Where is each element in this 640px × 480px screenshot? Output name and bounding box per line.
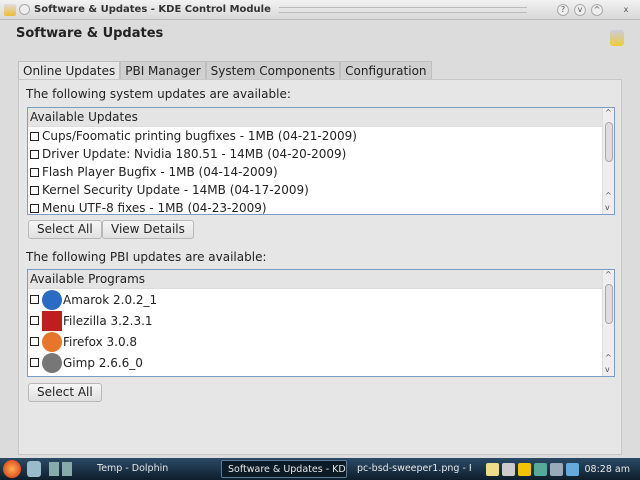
task-dolphin[interactable]: Temp - Dolphin bbox=[91, 460, 211, 478]
taskbar: Temp - Dolphin Software & Updates - KDE … bbox=[0, 458, 640, 480]
program-item[interactable]: Filezilla 3.2.3.1 bbox=[28, 310, 614, 331]
warning-icon[interactable] bbox=[517, 462, 531, 476]
tab-system-components[interactable]: System Components bbox=[205, 61, 341, 79]
scrollbar[interactable]: ^ ^ v bbox=[602, 108, 614, 214]
update-item[interactable]: Cups/Foomatic printing bugfixes - 1MB (0… bbox=[28, 127, 614, 145]
app-icon bbox=[4, 4, 16, 16]
update-label: Menu UTF-8 fixes - 1MB (04-23-2009) bbox=[42, 201, 267, 215]
system-updates-list[interactable]: Available Updates Cups/Foomatic printing… bbox=[27, 107, 615, 215]
clipboard-icon[interactable] bbox=[485, 462, 499, 476]
update-item[interactable]: Flash Player Bugfix - 1MB (04-14-2009) bbox=[28, 163, 614, 181]
program-item[interactable]: Gimp 2.6.6_0 bbox=[28, 352, 614, 373]
task-software-updates[interactable]: Software & Updates - KDE C bbox=[221, 460, 347, 478]
filezilla-icon bbox=[42, 310, 62, 331]
close-button[interactable]: x bbox=[620, 4, 632, 16]
checkbox[interactable] bbox=[30, 131, 39, 141]
checkbox[interactable] bbox=[30, 185, 39, 195]
system-updates-label: The following system updates are availab… bbox=[26, 87, 291, 101]
column-header[interactable]: Available Programs bbox=[28, 270, 614, 289]
program-item[interactable]: Amarok 2.0.2_1 bbox=[28, 289, 614, 310]
tab-online-updates[interactable]: Online Updates bbox=[18, 61, 121, 80]
update-label: Flash Player Bugfix - 1MB (04-14-2009) bbox=[42, 165, 278, 179]
title-decoration bbox=[278, 6, 527, 13]
update-item[interactable]: Driver Update: Nvidia 180.51 - 14MB (04-… bbox=[28, 145, 614, 163]
maximize-button[interactable]: ^ bbox=[591, 3, 603, 16]
page-title: Software & Updates bbox=[16, 26, 164, 41]
program-item[interactable]: Firefox 3.0.8 bbox=[28, 331, 614, 352]
update-label: Kernel Security Update - 14MB (04-17-200… bbox=[42, 183, 309, 197]
system-icon[interactable] bbox=[27, 461, 41, 477]
updates-icon[interactable] bbox=[549, 462, 563, 476]
module-icon bbox=[610, 30, 624, 46]
start-menu-icon[interactable] bbox=[3, 460, 21, 478]
select-all-programs-button[interactable]: Select All bbox=[28, 383, 102, 402]
select-all-updates-button[interactable]: Select All bbox=[28, 220, 102, 239]
task-ksnapshot[interactable]: pc-bsd-sweeper1.png - KSn bbox=[351, 460, 471, 478]
checkbox[interactable] bbox=[30, 167, 39, 177]
column-header[interactable]: Available Updates bbox=[28, 108, 614, 127]
system-tray bbox=[485, 462, 579, 476]
checkbox[interactable] bbox=[30, 203, 39, 213]
network-icon[interactable] bbox=[533, 462, 547, 476]
checkbox[interactable] bbox=[30, 149, 39, 159]
program-label: Gimp 2.6.6_0 bbox=[63, 355, 143, 370]
update-label: Driver Update: Nvidia 180.51 - 14MB (04-… bbox=[42, 147, 347, 161]
program-label: Amarok 2.0.2_1 bbox=[63, 292, 158, 307]
clock: 08:28 am bbox=[584, 463, 630, 475]
scrollbar[interactable]: ^ ^ v bbox=[602, 270, 614, 376]
program-label: Filezilla 3.2.3.1 bbox=[63, 313, 153, 328]
minimize-button[interactable]: v bbox=[574, 3, 586, 16]
window-menu-button[interactable] bbox=[19, 4, 30, 15]
tab-bar: Online Updates PBI Manager System Compon… bbox=[18, 61, 432, 80]
pager-icon[interactable] bbox=[49, 462, 73, 476]
update-label: Cups/Foomatic printing bugfixes - 1MB (0… bbox=[42, 129, 357, 143]
pbi-updates-list[interactable]: Available Programs Amarok 2.0.2_1 Filezil… bbox=[27, 269, 615, 377]
checkbox[interactable] bbox=[30, 358, 39, 367]
gimp-icon bbox=[42, 352, 62, 373]
checkbox[interactable] bbox=[30, 316, 39, 325]
volume-icon[interactable] bbox=[501, 462, 515, 476]
program-label: Firefox 3.0.8 bbox=[63, 334, 138, 349]
window-title: Software & Updates - KDE Control Module bbox=[34, 4, 271, 15]
pbi-updates-label: The following PBI updates are available: bbox=[26, 250, 267, 264]
update-item[interactable]: Menu UTF-8 fixes - 1MB (04-23-2009) bbox=[28, 199, 614, 215]
firefox-icon bbox=[42, 331, 62, 352]
title-bar: Software & Updates - KDE Control Module … bbox=[0, 0, 640, 20]
update-item[interactable]: Kernel Security Update - 14MB (04-17-200… bbox=[28, 181, 614, 199]
checkbox[interactable] bbox=[30, 295, 39, 304]
view-details-button[interactable]: View Details bbox=[102, 220, 194, 239]
help-button[interactable]: ? bbox=[557, 3, 569, 16]
tab-configuration[interactable]: Configuration bbox=[340, 61, 432, 79]
amarok-icon bbox=[42, 289, 62, 310]
checkbox[interactable] bbox=[30, 337, 39, 346]
tab-pbi-manager[interactable]: PBI Manager bbox=[120, 61, 206, 79]
display-icon[interactable] bbox=[565, 462, 579, 476]
